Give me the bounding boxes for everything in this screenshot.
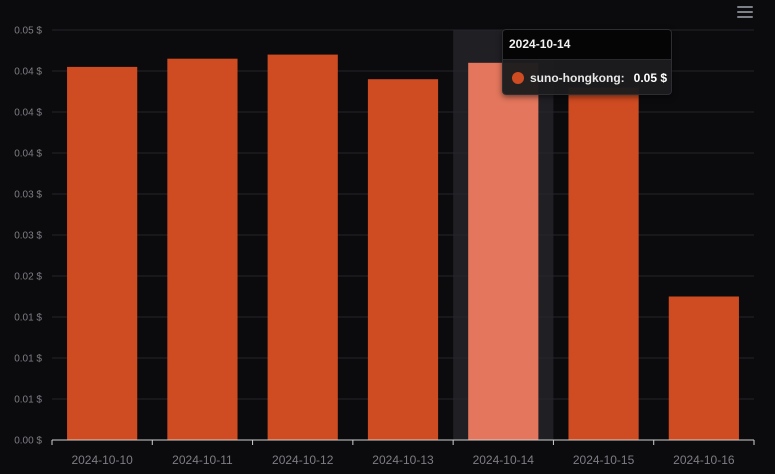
x-tick-label: 2024-10-14 [473,453,535,467]
menu-line [737,16,753,18]
y-tick-label: 0.01 $ [14,395,42,406]
x-tick-label: 2024-10-11 [172,453,233,467]
y-tick-label: 0.01 $ [14,354,42,365]
menu-line [737,6,753,8]
x-tick-label: 2024-10-12 [272,453,334,467]
tooltip-value: 0.05 $ [633,71,668,85]
y-tick-label: 0.04 $ [14,108,42,119]
tooltip: 2024-10-14 suno-hongkong: 0.05 $ [502,29,672,95]
tooltip-title: 2024-10-14 [503,30,671,60]
y-tick-label: 0.03 $ [14,190,42,201]
bar [568,87,639,441]
bar [468,62,539,441]
x-tick-label: 2024-10-15 [573,453,635,467]
hamburger-menu-icon[interactable] [737,6,753,18]
y-tick-label: 0.00 $ [14,436,42,447]
y-tick-label: 0.03 $ [14,231,42,242]
bar [67,66,138,441]
x-tick-label: 2024-10-16 [673,453,735,467]
y-tick-label: 0.02 $ [14,272,42,283]
bar [167,58,238,440]
bar [668,296,739,440]
chart-container: 0.00 $ 0.01 $ 0.01 $ 0.01 $ 0.02 $ 0.03 $ 0.03… [0,0,775,474]
series-marker [512,72,524,84]
x-tick-label: 2024-10-13 [372,453,434,467]
y-tick-label: 0.05 $ [14,26,42,37]
y-tick-label: 0.04 $ [14,67,42,78]
tooltip-row: suno-hongkong: 0.05 $ [503,60,671,94]
bar [267,54,338,440]
menu-line [737,11,753,13]
x-tick-label: 2024-10-10 [71,453,133,467]
bar [367,79,439,440]
tooltip-series-name: suno-hongkong: [530,71,625,85]
y-tick-label: 0.04 $ [14,149,42,160]
y-tick-label: 0.01 $ [14,313,42,324]
